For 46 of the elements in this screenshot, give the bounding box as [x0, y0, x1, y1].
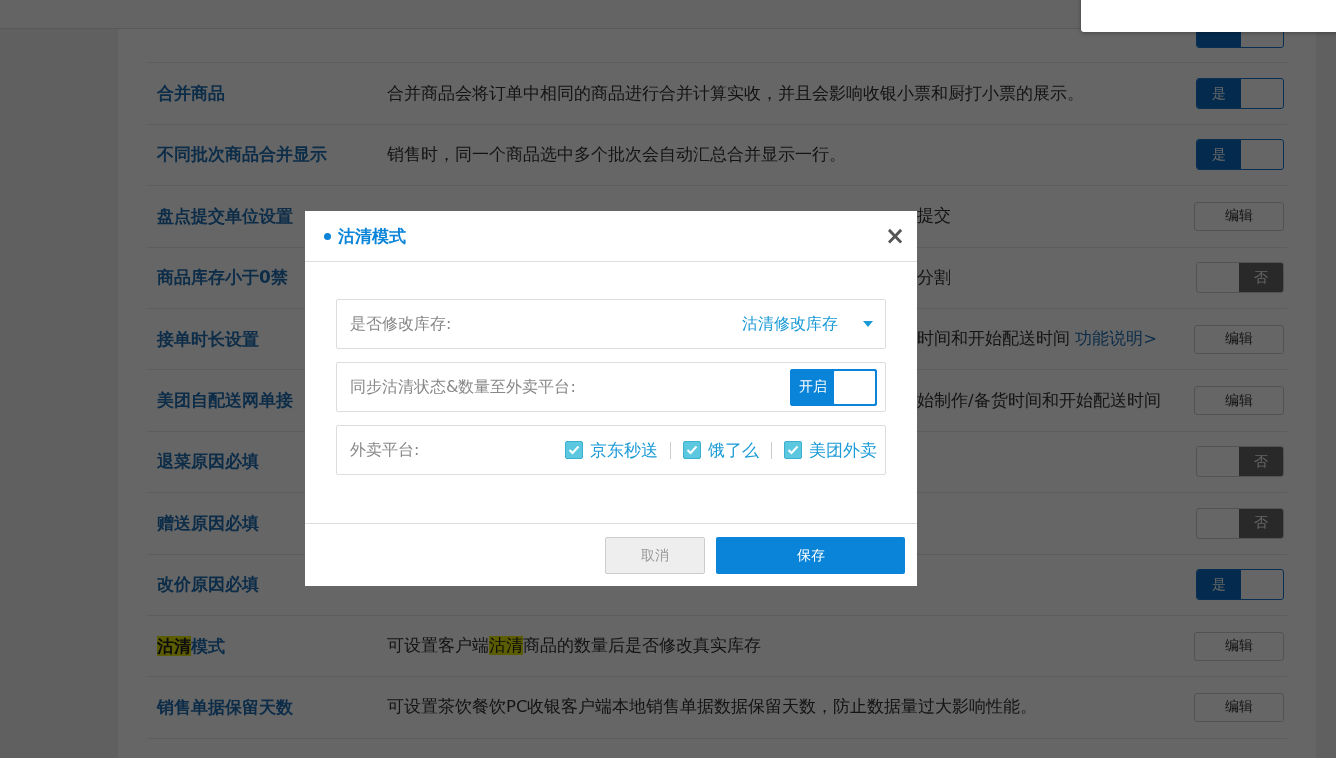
- field-label: 同步沽清状态&数量至外卖平台:: [350, 376, 577, 398]
- checkbox[interactable]: [683, 441, 701, 459]
- setting-name: 不同批次商品合并显示: [157, 144, 327, 165]
- toggle-switch[interactable]: 开启: [790, 368, 877, 406]
- setting-description: 可设置客户端沽清商品的数量后是否修改真实库存: [387, 636, 761, 656]
- check-icon: [787, 445, 799, 455]
- edit-button[interactable]: 编辑: [1194, 324, 1284, 354]
- stock-select[interactable]: 是否修改库存: 沽清修改库存: [336, 299, 886, 349]
- checkbox-label[interactable]: 京东秒送: [590, 438, 658, 462]
- checkbox-label[interactable]: 美团外卖: [809, 438, 877, 462]
- setting-name: 盘点提交单位设置: [157, 205, 293, 226]
- checkbox-label[interactable]: 饿了么: [708, 438, 759, 462]
- setting-name: 美团自配送网单接: [157, 390, 293, 411]
- toggle-switch[interactable]: 是: [1196, 139, 1284, 171]
- edit-button[interactable]: 编辑: [1194, 693, 1284, 722]
- checkbox[interactable]: [784, 441, 802, 459]
- setting-name: 销售单据保留天数: [157, 697, 293, 717]
- edit-button[interactable]: 编辑: [1194, 386, 1284, 416]
- setting-name: 接单时长设置: [157, 328, 259, 349]
- edit-button[interactable]: 编辑: [1194, 201, 1284, 231]
- toggle-switch[interactable]: 是: [1196, 78, 1284, 110]
- setting-name: 改价原因必填: [157, 574, 259, 595]
- setting-description: 时间和开始配送时间 功能说明>: [917, 329, 1158, 349]
- setting-description: 销售时，同一个商品选中多个批次会自动汇总合并显示一行。: [387, 144, 846, 164]
- toggle-switch[interactable]: 是: [1196, 569, 1284, 601]
- edit-button[interactable]: 编辑: [1194, 631, 1284, 661]
- check-icon: [686, 445, 698, 455]
- setting-name: 合并商品: [157, 83, 225, 104]
- setting-name: 赠送原因必填: [157, 512, 259, 533]
- setting-name: 退菜原因必填: [157, 451, 259, 472]
- bullet-icon: [324, 232, 331, 240]
- dialog-title: 沽清模式: [338, 224, 407, 248]
- setting-description: 可设置茶饮餐饮PC收银客户端本地销售单据数据保留天数，防止数据量过大影响性能。: [387, 697, 1038, 717]
- cancel-button[interactable]: 取消: [605, 537, 705, 574]
- checkbox[interactable]: [565, 441, 583, 459]
- setting-description: 提交: [917, 206, 951, 226]
- setting-description: 合并商品会将订单中相同的商品进行合并计算实收，并且会影响收银小票和厨打小票的展示。: [387, 83, 1084, 103]
- help-link[interactable]: 功能说明>: [1075, 329, 1158, 349]
- setting-description: 始制作/备货时间和开始配送时间: [917, 390, 1161, 410]
- setting-description: 分割: [917, 267, 951, 287]
- setting-name: 商品库存小于0禁: [157, 267, 288, 288]
- save-button[interactable]: 保存: [716, 537, 905, 574]
- field-label: 外卖平台:: [350, 439, 421, 461]
- close-button[interactable]: ×: [884, 224, 905, 248]
- check-icon: [568, 445, 580, 455]
- caret-icon: [863, 321, 873, 327]
